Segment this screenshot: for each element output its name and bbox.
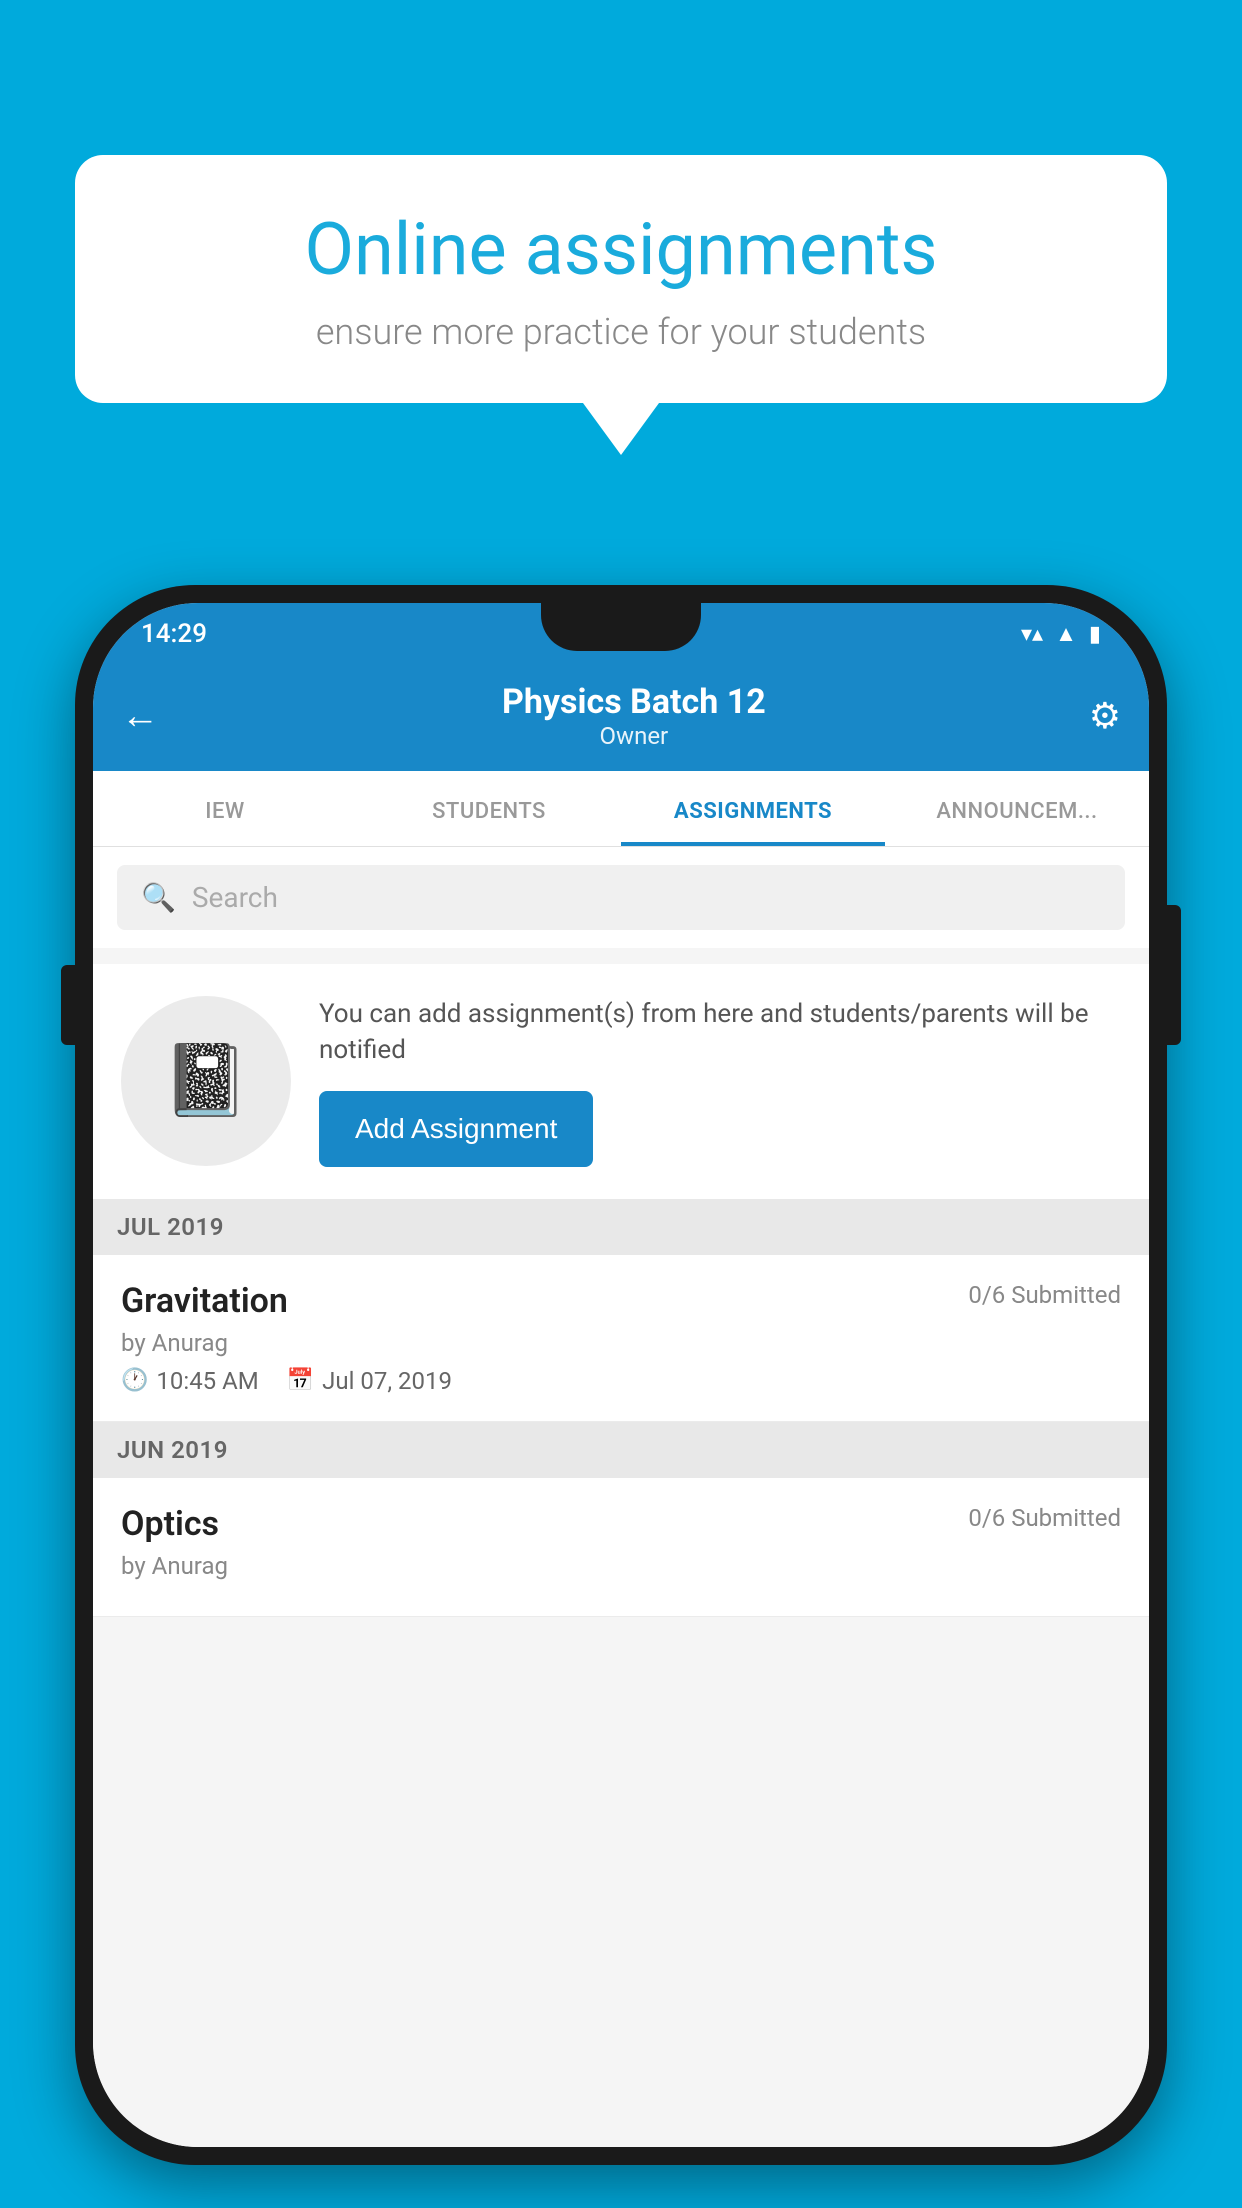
notebook-icon: 📓 bbox=[162, 1040, 249, 1122]
add-assignment-button[interactable]: Add Assignment bbox=[319, 1091, 593, 1167]
calendar-icon: 📅 bbox=[287, 1368, 314, 1393]
section-header-jul: JUL 2019 bbox=[93, 1199, 1149, 1255]
section-header-jun: JUN 2019 bbox=[93, 1422, 1149, 1478]
assignment-date: Jul 07, 2019 bbox=[322, 1367, 452, 1395]
speech-bubble-container: Online assignments ensure more practice … bbox=[75, 155, 1167, 455]
phone-frame: 14:29 ▾▴ ▲ ▮ ← Physics Batch 12 Owner ⚙ bbox=[75, 585, 1167, 2165]
tab-announcements[interactable]: ANNOUNCEM... bbox=[885, 771, 1149, 846]
search-placeholder: Search bbox=[192, 881, 278, 914]
app-bar-subtitle: Owner bbox=[179, 722, 1089, 750]
back-button[interactable]: ← bbox=[121, 694, 159, 738]
assignment-submitted: 0/6 Submitted bbox=[968, 1281, 1121, 1309]
wifi-icon: ▾▴ bbox=[1021, 622, 1043, 647]
assignment-submitted-optics: 0/6 Submitted bbox=[968, 1504, 1121, 1532]
assignment-title-optics: Optics bbox=[121, 1504, 219, 1544]
meta-date: 📅 Jul 07, 2019 bbox=[287, 1367, 452, 1395]
promo-description: You can add assignment(s) from here and … bbox=[319, 996, 1121, 1069]
assignment-title: Gravitation bbox=[121, 1281, 288, 1321]
phone-container: 14:29 ▾▴ ▲ ▮ ← Physics Batch 12 Owner ⚙ bbox=[75, 585, 1167, 2208]
assignment-item-gravitation[interactable]: Gravitation 0/6 Submitted by Anurag 🕐 10… bbox=[93, 1255, 1149, 1422]
assignment-by: by Anurag bbox=[121, 1329, 1121, 1357]
promo-text-area: You can add assignment(s) from here and … bbox=[319, 996, 1121, 1167]
assignment-item-optics[interactable]: Optics 0/6 Submitted by Anurag bbox=[93, 1478, 1149, 1617]
battery-icon: ▮ bbox=[1089, 622, 1101, 647]
signal-icon: ▲ bbox=[1055, 621, 1077, 647]
search-container: 🔍 Search bbox=[93, 847, 1149, 948]
phone-screen: 14:29 ▾▴ ▲ ▮ ← Physics Batch 12 Owner ⚙ bbox=[93, 603, 1149, 2147]
speech-bubble-arrow bbox=[583, 403, 659, 455]
tab-assignments[interactable]: ASSIGNMENTS bbox=[621, 771, 885, 846]
content-area: 🔍 Search 📓 You can add assignment(s) fro… bbox=[93, 847, 1149, 2147]
settings-icon[interactable]: ⚙ bbox=[1089, 695, 1121, 737]
assignment-item-optics-header: Optics 0/6 Submitted bbox=[121, 1504, 1121, 1544]
status-time: 14:29 bbox=[141, 619, 207, 649]
speech-bubble: Online assignments ensure more practice … bbox=[75, 155, 1167, 403]
tab-iew[interactable]: IEW bbox=[93, 771, 357, 846]
status-icons: ▾▴ ▲ ▮ bbox=[1021, 621, 1101, 647]
assignment-by-optics: by Anurag bbox=[121, 1552, 1121, 1580]
assignment-meta: 🕐 10:45 AM 📅 Jul 07, 2019 bbox=[121, 1367, 1121, 1395]
app-bar-title: Physics Batch 12 bbox=[179, 682, 1089, 722]
assignment-time: 10:45 AM bbox=[156, 1367, 258, 1395]
assignment-item-header: Gravitation 0/6 Submitted bbox=[121, 1281, 1121, 1321]
tabs-container: IEW STUDENTS ASSIGNMENTS ANNOUNCEM... bbox=[93, 771, 1149, 847]
tab-students[interactable]: STUDENTS bbox=[357, 771, 621, 846]
phone-notch bbox=[541, 603, 701, 651]
promo-icon-circle: 📓 bbox=[121, 996, 291, 1166]
search-icon: 🔍 bbox=[141, 881, 176, 914]
app-bar-title-container: Physics Batch 12 Owner bbox=[179, 682, 1089, 750]
speech-bubble-title: Online assignments bbox=[145, 210, 1097, 289]
promo-card: 📓 You can add assignment(s) from here an… bbox=[93, 964, 1149, 1199]
meta-time: 🕐 10:45 AM bbox=[121, 1367, 259, 1395]
search-bar[interactable]: 🔍 Search bbox=[117, 865, 1125, 930]
app-bar: ← Physics Batch 12 Owner ⚙ bbox=[93, 661, 1149, 771]
clock-icon: 🕐 bbox=[121, 1368, 148, 1393]
speech-bubble-subtitle: ensure more practice for your students bbox=[145, 311, 1097, 353]
